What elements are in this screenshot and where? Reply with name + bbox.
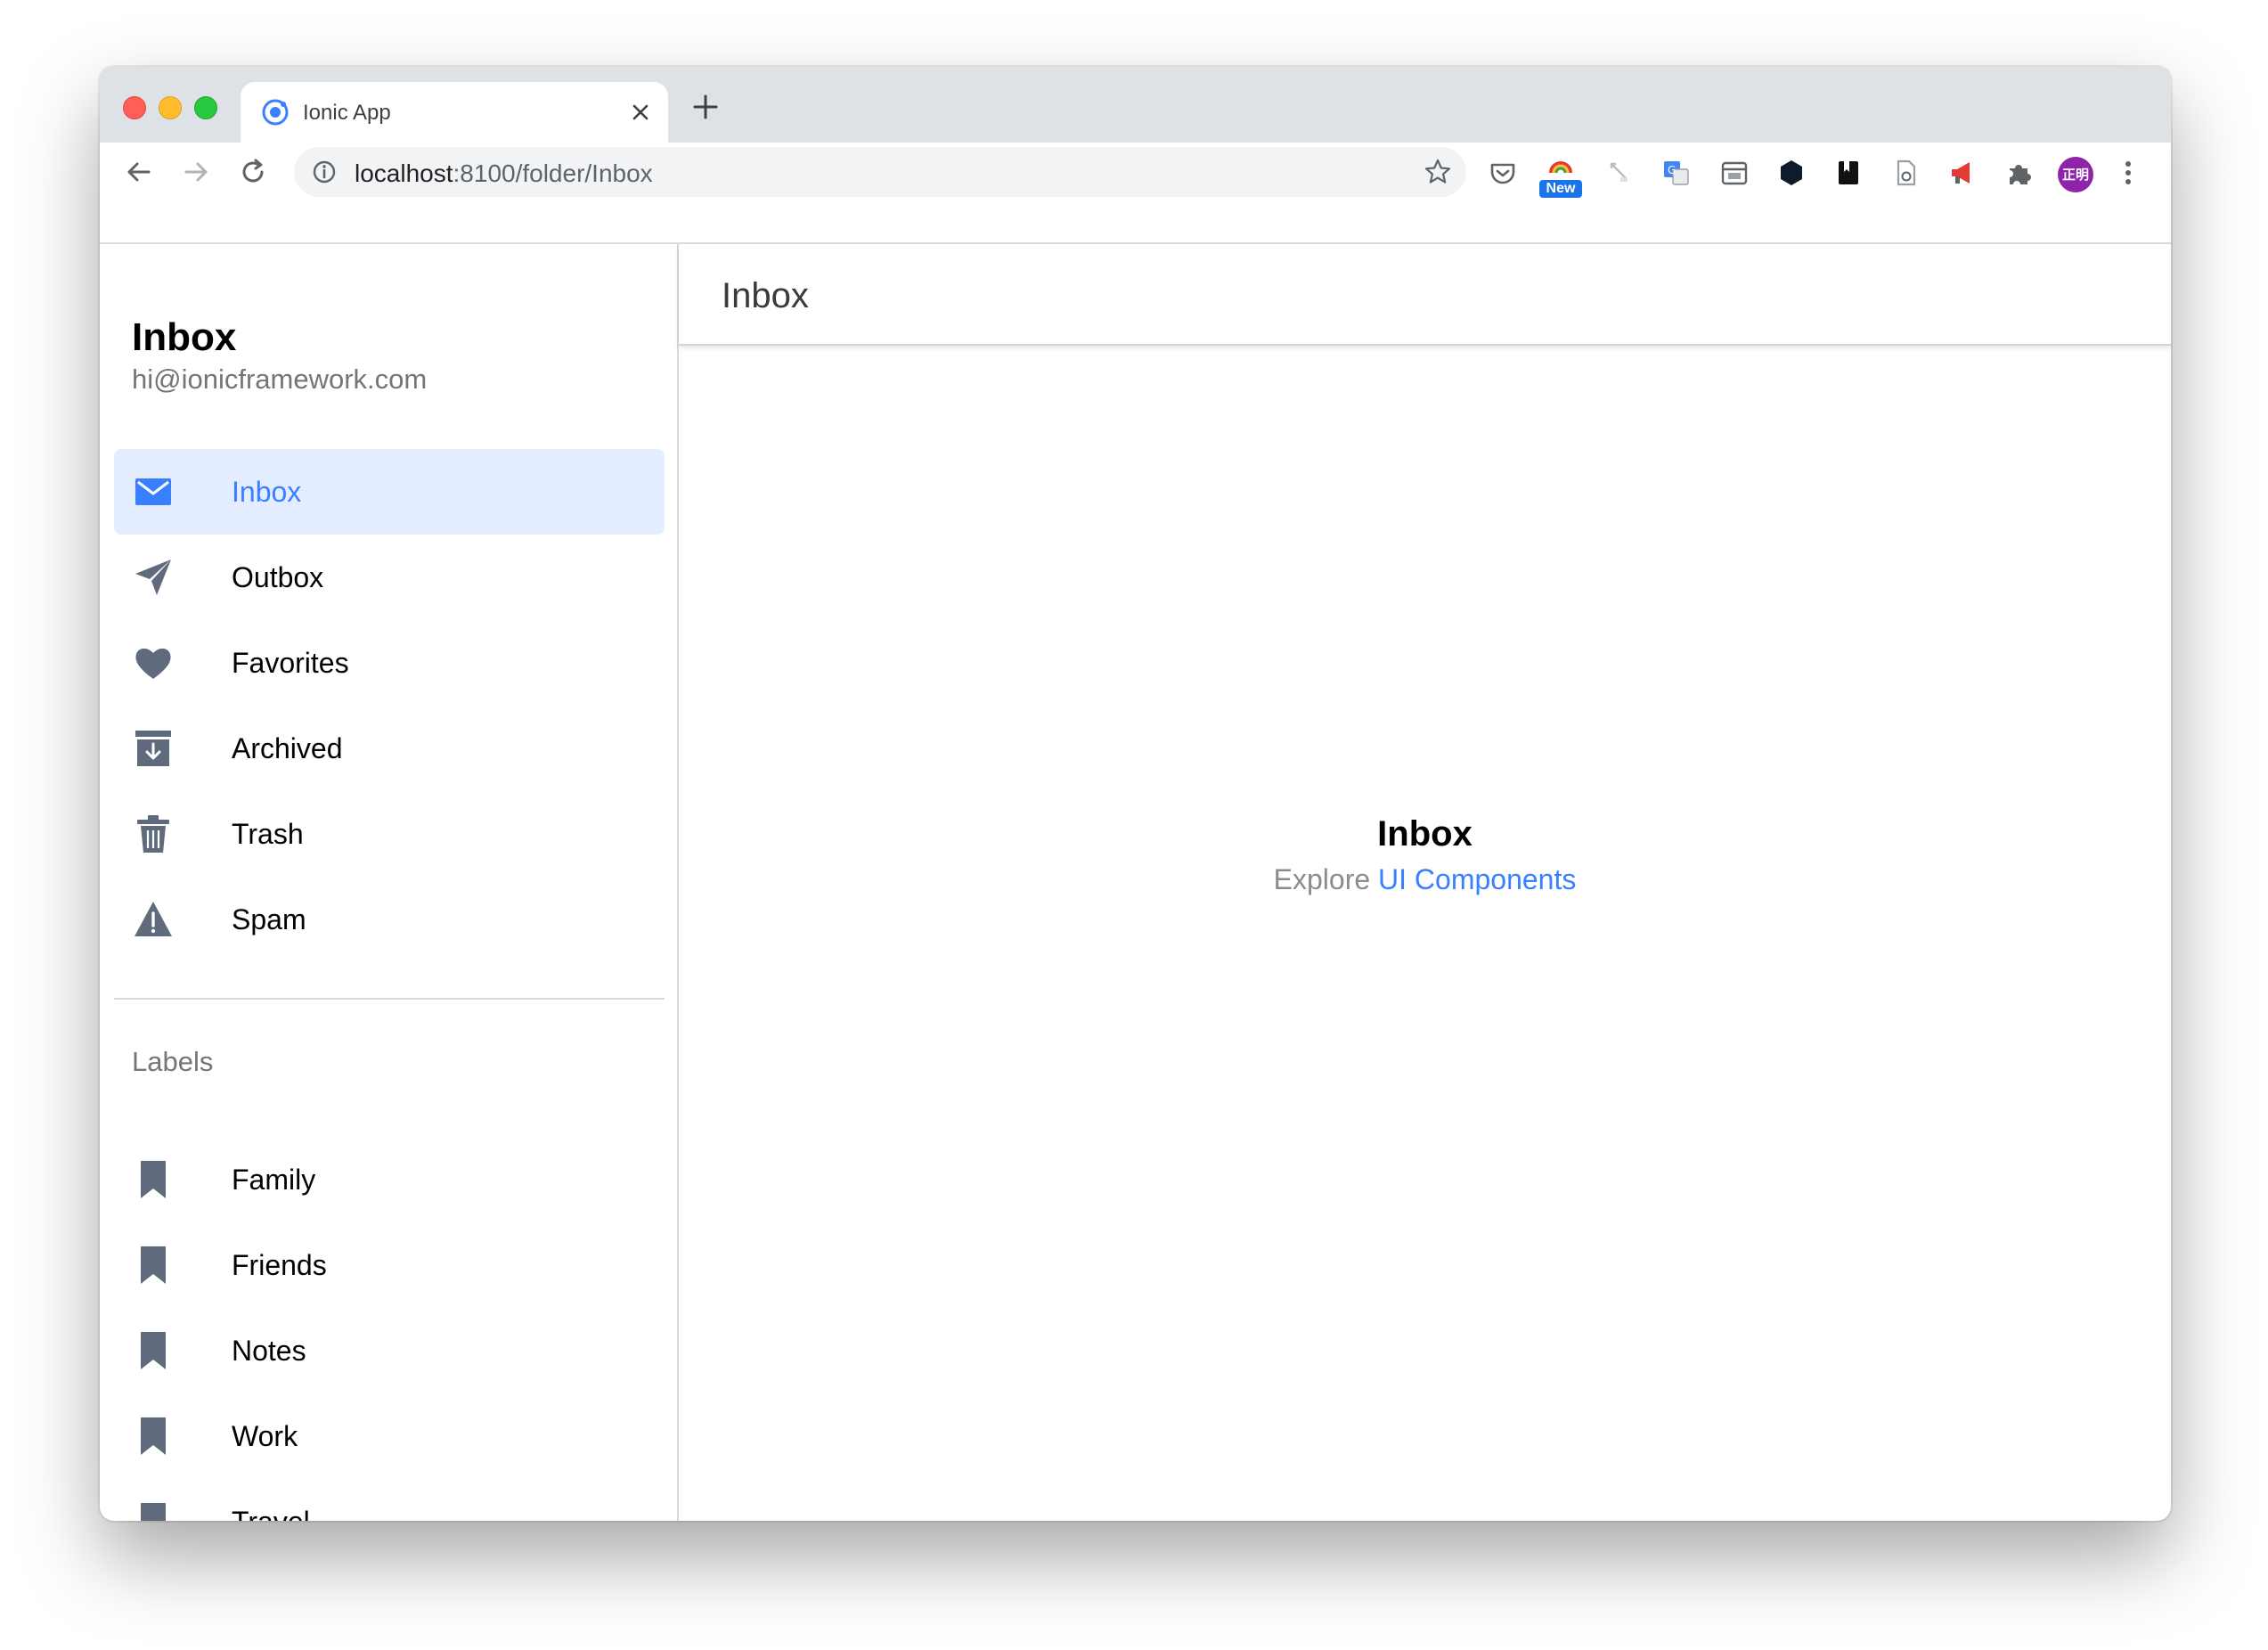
megaphone-icon[interactable] [1947, 158, 1978, 188]
label-item-label: Friends [232, 1249, 327, 1281]
bookmark-icon [141, 1246, 166, 1284]
bookmark-icon [141, 1332, 166, 1369]
menu-item-label: Spam [232, 903, 306, 935]
address-bar[interactable]: localhost:8100/folder/Inbox [294, 147, 1466, 197]
menu-item-label: Outbox [232, 561, 324, 593]
extensions-puzzle-icon[interactable] [2004, 158, 2035, 188]
menu-divider [114, 998, 665, 1000]
pocket-icon[interactable] [1488, 158, 1518, 188]
minimize-window-button[interactable] [159, 96, 182, 119]
new-tab-icon[interactable] [692, 94, 719, 120]
label-item-label: Work [232, 1420, 298, 1452]
bookmark-extension-icon[interactable] [1833, 158, 1864, 188]
more-menu-icon[interactable] [2113, 158, 2143, 188]
forward-icon[interactable] [180, 156, 212, 188]
close-window-button[interactable] [123, 96, 146, 119]
hexagon-extension-icon[interactable] [1776, 158, 1807, 188]
calendar-extension-icon[interactable] [1719, 158, 1750, 188]
menu-item-label: Favorites [232, 647, 349, 679]
menu-item-archived[interactable]: Archived [114, 706, 665, 791]
browser-window: Ionic App localhost:8100/folder/Inbox Ne… [100, 67, 2171, 1521]
menu-item-label: Archived [232, 732, 343, 764]
labels-header: Labels [132, 1046, 214, 1077]
ionic-favicon-icon [262, 99, 289, 126]
heart-icon [135, 648, 171, 679]
new-badge: New [1539, 180, 1582, 198]
colorful-extension-icon[interactable] [1546, 153, 1576, 184]
menu-title: Inbox [132, 315, 237, 359]
menu-item-spam[interactable]: Spam [114, 877, 665, 962]
bookmark-icon [141, 1503, 166, 1521]
menu-item-trash[interactable]: Trash [114, 791, 665, 877]
menu-item-label: Trash [232, 818, 304, 850]
label-item-family[interactable]: Family [114, 1137, 665, 1222]
email-extension-icon[interactable] [1890, 158, 1921, 188]
tab-title: Ionic App [303, 101, 391, 125]
mail-icon [135, 478, 171, 505]
archive-icon [135, 731, 171, 766]
reload-icon[interactable] [237, 156, 269, 188]
ui-components-link[interactable]: UI Components [1378, 863, 1576, 895]
toolbar-spacer [100, 201, 2171, 244]
back-icon[interactable] [123, 156, 155, 188]
browser-toolbar: localhost:8100/folder/Inbox New G 正明 [100, 143, 2171, 201]
main-content: Inbox Inbox Explore UI Components [679, 244, 2171, 1521]
tab-strip: Ionic App [100, 67, 2171, 143]
info-icon[interactable] [312, 159, 337, 184]
label-item-label: Family [232, 1164, 316, 1196]
cursor-extension-icon[interactable] [1603, 158, 1634, 188]
side-menu: Inbox hi@ionicframework.com Inbox Outbox [100, 244, 679, 1521]
page-title: Inbox [722, 276, 809, 315]
menu-item-inbox[interactable]: Inbox [114, 449, 665, 535]
bookmark-icon [141, 1161, 166, 1198]
bookmark-star-icon[interactable] [1424, 158, 1452, 186]
label-item-friends[interactable]: Friends [114, 1222, 665, 1308]
profile-avatar[interactable]: 正明 [2058, 157, 2093, 192]
warning-icon [135, 902, 172, 936]
maximize-window-button[interactable] [194, 96, 217, 119]
label-item-label: Travel [232, 1506, 310, 1521]
content-header: Inbox [679, 244, 2171, 346]
ionic-app: Inbox hi@ionicframework.com Inbox Outbox [100, 244, 2171, 1521]
label-item-label: Notes [232, 1335, 306, 1367]
menu-email: hi@ionicframework.com [132, 363, 428, 395]
label-item-notes[interactable]: Notes [114, 1308, 665, 1393]
svg-text:G: G [1668, 164, 1676, 176]
menu-item-label: Inbox [232, 476, 302, 508]
url-text: localhost:8100/folder/Inbox [355, 159, 653, 187]
close-tab-icon[interactable] [625, 97, 656, 127]
bookmark-icon [141, 1417, 166, 1455]
empty-state-text: Explore UI Components [679, 863, 2171, 896]
menu-item-favorites[interactable]: Favorites [114, 620, 665, 706]
label-item-work[interactable]: Work [114, 1393, 665, 1479]
empty-state-heading: Inbox [1377, 814, 1473, 854]
explore-text: Explore [1273, 863, 1371, 895]
label-item-travel[interactable]: Travel [114, 1479, 665, 1521]
translate-icon[interactable]: G [1660, 158, 1691, 188]
paper-plane-icon [135, 560, 171, 595]
trash-icon [137, 815, 169, 853]
browser-tab[interactable]: Ionic App [241, 82, 668, 143]
empty-state: Inbox Explore UI Components [679, 814, 2171, 896]
menu-item-outbox[interactable]: Outbox [114, 535, 665, 620]
